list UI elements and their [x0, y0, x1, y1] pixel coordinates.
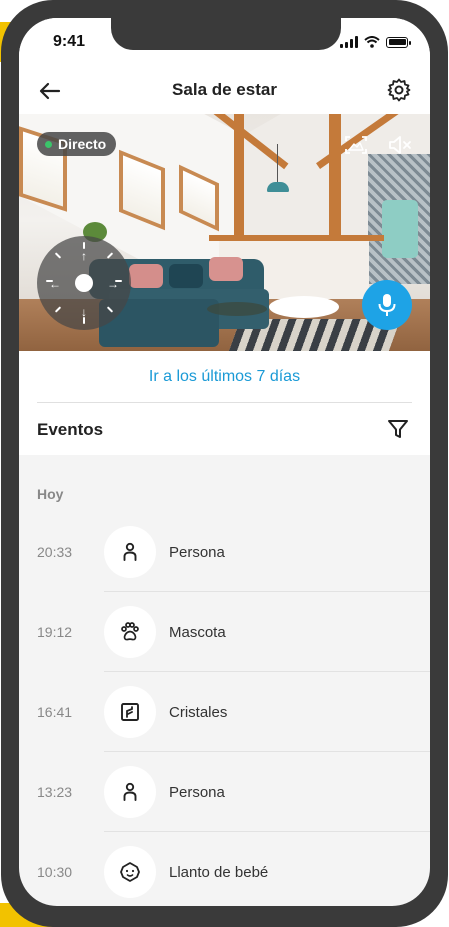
- event-row[interactable]: 10:30 Llanto de bebé: [19, 832, 430, 906]
- event-icon-circle: [104, 846, 156, 898]
- filter-icon[interactable]: [386, 417, 410, 441]
- paw-icon: [121, 622, 139, 641]
- event-time: 10:30: [37, 864, 73, 880]
- live-badge: Directo: [37, 132, 117, 156]
- event-label: Mascota: [169, 624, 226, 641]
- event-label: Persona: [169, 544, 225, 561]
- wifi-icon: [364, 36, 380, 48]
- device-notch: [111, 18, 341, 50]
- event-row[interactable]: 13:23 Persona: [19, 752, 430, 832]
- microphone-icon: [378, 294, 396, 316]
- last-7-days-link[interactable]: Ir a los últimos 7 días: [19, 368, 430, 386]
- screenshot-icon[interactable]: [343, 134, 369, 156]
- event-row[interactable]: 20:33 Persona: [19, 512, 430, 592]
- app-screen: 9:41 Sala de estar Directo ↑ ↓ ← → Ir a …: [19, 18, 430, 906]
- battery-icon: [386, 36, 411, 48]
- event-time: 13:23: [37, 784, 73, 800]
- arrow-up-icon[interactable]: ↑: [78, 250, 90, 262]
- arrow-left-icon[interactable]: ←: [49, 278, 61, 290]
- event-label: Llanto de bebé: [169, 864, 269, 881]
- pan-tilt-joystick[interactable]: ↑ ↓ ← →: [37, 236, 131, 330]
- arrow-down-icon[interactable]: ↓: [78, 306, 90, 318]
- event-time: 16:41: [37, 704, 73, 720]
- phone-frame: 9:41 Sala de estar Directo ↑ ↓ ← → Ir a …: [1, 0, 448, 927]
- person-icon: [123, 782, 137, 801]
- status-time: 9:41: [53, 33, 86, 50]
- person-icon: [123, 542, 137, 561]
- event-time: 19:12: [37, 624, 73, 640]
- live-label: Directo: [58, 136, 107, 152]
- microphone-button[interactable]: [362, 280, 412, 330]
- event-label: Cristales: [169, 704, 228, 721]
- events-header: Eventos: [19, 403, 430, 455]
- arrow-right-icon[interactable]: →: [107, 278, 119, 290]
- gear-icon[interactable]: [386, 77, 412, 103]
- event-row[interactable]: 19:12 Mascota: [19, 592, 430, 672]
- event-icon-circle: [104, 526, 156, 578]
- event-icon-circle: [104, 766, 156, 818]
- date-section-label: Hoy: [37, 486, 64, 502]
- event-time: 20:33: [37, 544, 73, 560]
- cellular-signal-icon: [340, 36, 358, 48]
- live-dot: [45, 140, 52, 148]
- app-header: Sala de estar: [19, 66, 430, 114]
- camera-live-view[interactable]: Directo ↑ ↓ ← →: [19, 114, 430, 351]
- glass-break-icon: [121, 703, 139, 721]
- last-days-section: Ir a los últimos 7 días: [19, 351, 430, 403]
- page-title: Sala de estar: [172, 80, 277, 99]
- event-row[interactable]: 16:41 Cristales: [19, 672, 430, 752]
- mute-icon[interactable]: [387, 134, 413, 156]
- joystick-handle[interactable]: [75, 274, 93, 292]
- event-icon-circle: [104, 686, 156, 738]
- event-icon-circle: [104, 606, 156, 658]
- baby-face-icon: [120, 862, 140, 882]
- status-icons: [340, 36, 411, 48]
- event-label: Persona: [169, 784, 225, 801]
- events-title: Eventos: [37, 420, 104, 439]
